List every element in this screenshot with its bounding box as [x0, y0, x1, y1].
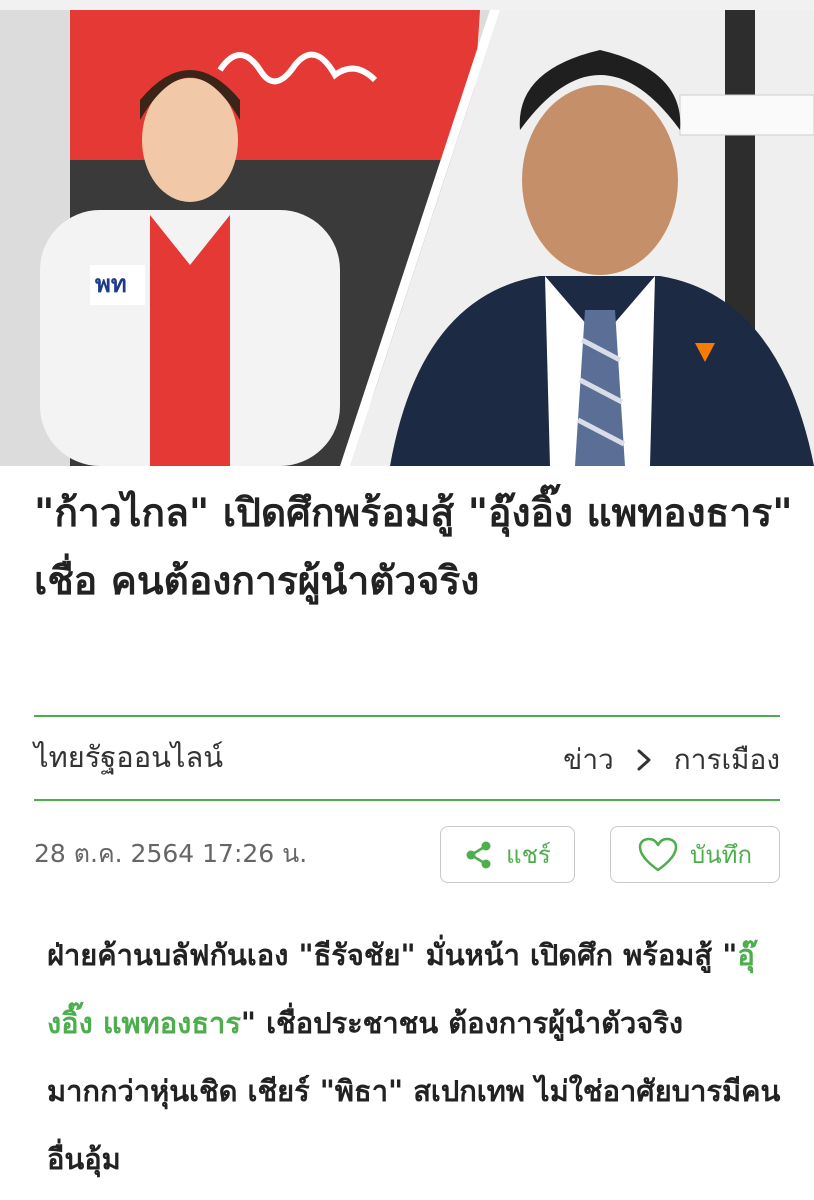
article-lede: ฝ่ายค้านบลัฟกันเอง "ธีรัจชัย" มั่นหน้า เ… [47, 921, 787, 1193]
hero-image: พท [0, 10, 814, 466]
save-button[interactable]: บันทึก [610, 826, 780, 883]
top-bar [0, 0, 814, 10]
publish-datetime: 28 ต.ค. 2564 17:26 น. [34, 839, 308, 868]
save-label: บันทึก [690, 841, 752, 869]
breadcrumb-politics[interactable]: การเมือง [674, 736, 780, 784]
share-button[interactable]: แชร์ [440, 826, 575, 883]
share-icon [466, 841, 491, 868]
breadcrumb: ข่าว การเมือง [563, 736, 780, 784]
source-name[interactable]: ไทยรัฐออนไลน์ [34, 733, 223, 781]
chevron-right-icon [637, 749, 651, 771]
breadcrumb-news[interactable]: ข่าว [563, 736, 614, 784]
article-headline: "ก้าวไกล" เปิดศึกพร้อมสู้ "อุ๊งอิ๊ง แพทอ… [34, 491, 793, 604]
divider-top [34, 715, 780, 717]
heart-icon [638, 837, 678, 871]
svg-text:พท: พท [95, 270, 127, 298]
share-label: แชร์ [506, 841, 551, 869]
lede-text-1: ฝ่ายค้านบลัฟกันเอง "ธีรัจชัย" มั่นหน้า เ… [47, 938, 738, 972]
divider-bottom [34, 799, 780, 801]
